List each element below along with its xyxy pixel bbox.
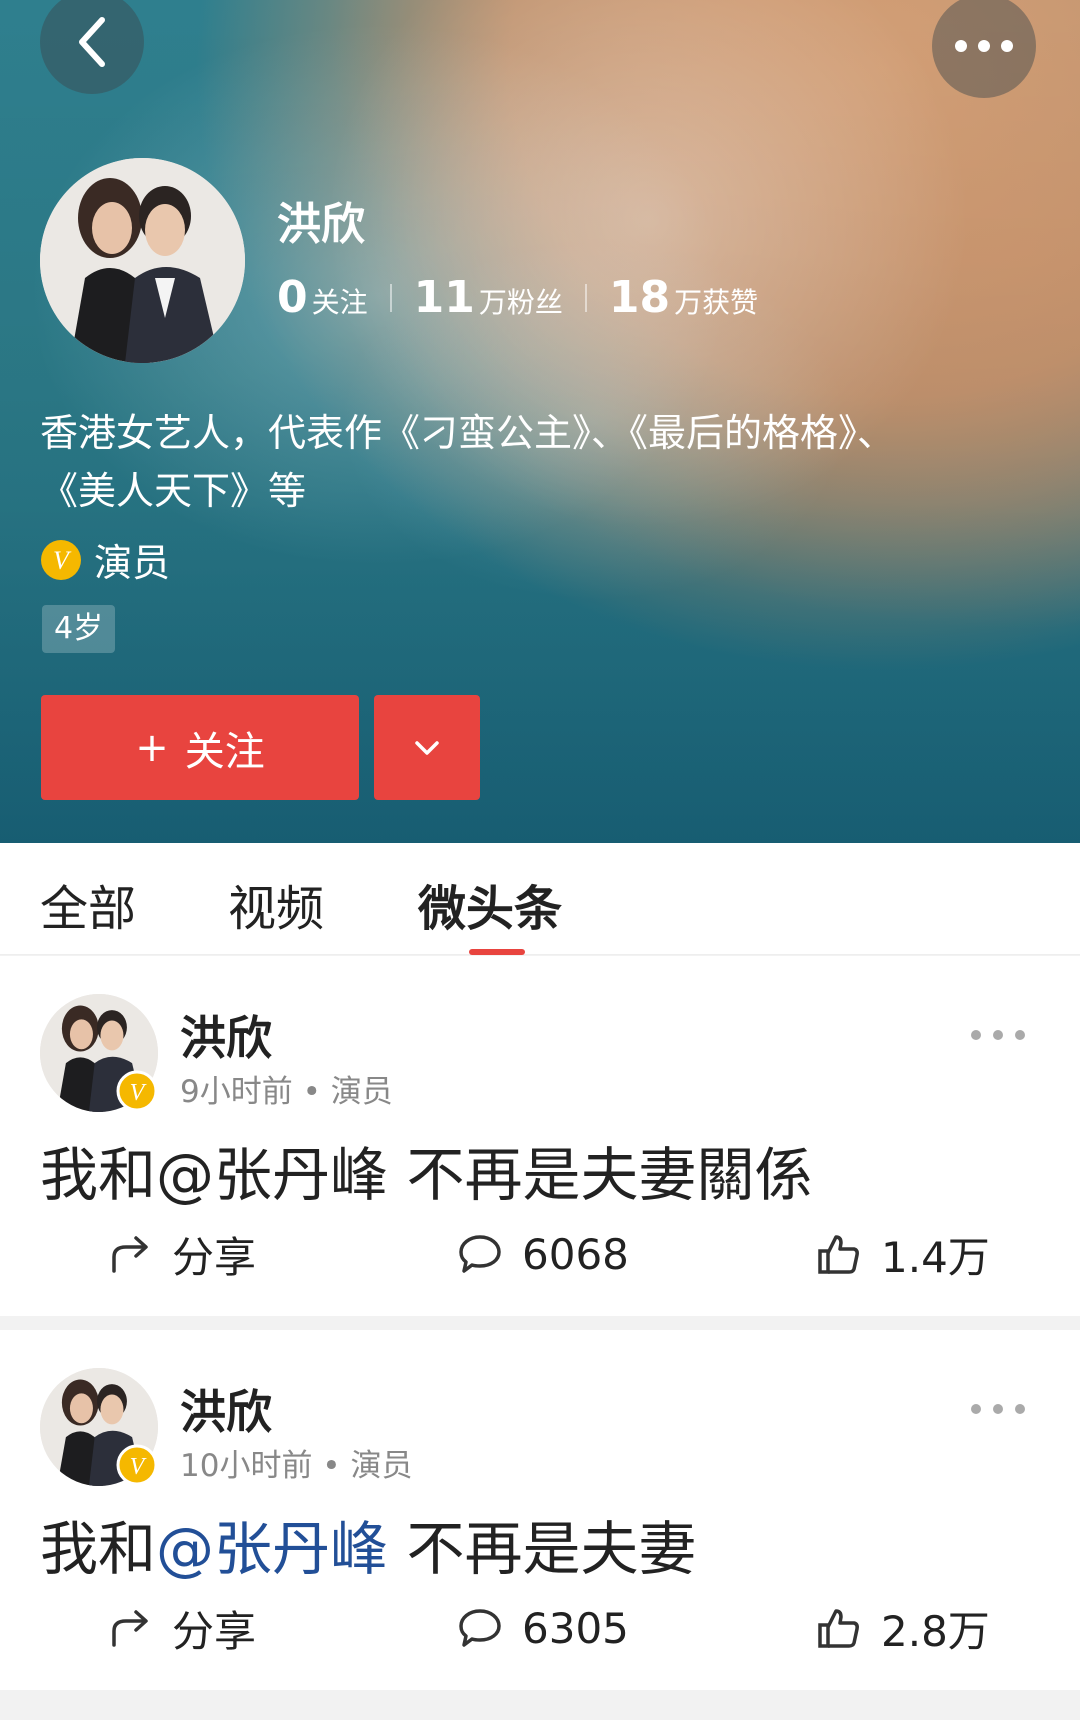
content-tabs: 全部 视频 微头条 [0, 843, 1080, 955]
post-author[interactable]: 洪欣 [180, 1376, 272, 1442]
post-card[interactable]: V 洪欣 10小时前 • 演员 我和@张丹峰 不再是夫妻 分享 6305 2.8… [0, 1330, 1080, 1690]
comment-button[interactable]: 6068 [458, 1214, 629, 1294]
post-meta: 10小时前 • 演员 [180, 1448, 413, 1484]
verified-icon: V [116, 1444, 158, 1486]
tab-micro-headline[interactable]: 微头条 [418, 869, 562, 939]
profile-stats: 0 关注 11 万粉丝 18 万获赞 [277, 272, 758, 323]
share-label: 分享 [172, 1232, 257, 1282]
bio-line: 香港女艺人，代表作《刁蛮公主》、《最后的格格》、 [40, 411, 896, 455]
share-button[interactable]: 分享 [110, 1214, 256, 1294]
like-count: 2.8万 [881, 1606, 990, 1656]
post-actions: 分享 6305 2.8万 [0, 1588, 1080, 1668]
stat-divider [389, 283, 392, 312]
age-badge: 4岁 [42, 605, 116, 653]
profile-bio: 香港女艺人，代表作《刁蛮公主》、《最后的格格》、 《美人天下》等 [40, 404, 1020, 520]
like-count: 1.4万 [881, 1232, 990, 1282]
verification-label: 演员 [94, 541, 171, 585]
more-icon [971, 1030, 1025, 1040]
svg-text:V: V [130, 1080, 147, 1106]
like-button[interactable]: 2.8万 [817, 1588, 990, 1668]
post-author[interactable]: 洪欣 [180, 1002, 272, 1068]
fans-label[interactable]: 万粉丝 [479, 281, 563, 321]
more-icon [955, 40, 1013, 52]
post-text-prefix: 我和 [40, 1141, 157, 1209]
share-icon [112, 1610, 148, 1647]
share-label: 分享 [172, 1606, 257, 1656]
likes-count: 18 [608, 272, 671, 323]
following-count[interactable]: 0 [277, 272, 308, 323]
verified-icon: V [116, 1070, 158, 1112]
fans-count[interactable]: 11 [414, 272, 475, 323]
comment-count: 6068 [522, 1229, 629, 1279]
post-text-suffix: 不再是夫妻關係 [388, 1141, 813, 1209]
profile-avatar[interactable] [40, 158, 245, 363]
post-text-suffix: 不再是夫妻 [388, 1515, 697, 1583]
tab-all[interactable]: 全部 [40, 869, 136, 939]
verification-row: V 演员 [40, 532, 170, 587]
post-more-button[interactable] [970, 1400, 1026, 1419]
likes-label: 万获赞 [674, 286, 759, 319]
stat-divider [584, 283, 587, 312]
tab-active-indicator [469, 949, 525, 955]
recommend-dropdown-button[interactable] [374, 695, 480, 800]
avatar-photo [40, 158, 245, 363]
tab-video[interactable]: 视频 [228, 869, 324, 939]
post-text-prefix: 我和 [40, 1515, 157, 1583]
share-button[interactable]: 分享 [110, 1588, 256, 1668]
share-icon [112, 1236, 148, 1273]
back-icon [79, 17, 105, 67]
comment-icon [459, 1609, 501, 1647]
profile-header: 洪欣 0 关注 11 万粉丝 18 万获赞 香港女艺人，代表作《刁蛮公主》、《最… [0, 0, 1080, 843]
svg-text:V: V [130, 1454, 147, 1480]
post-actions: 分享 6068 1.4万 [0, 1214, 1080, 1294]
post-text[interactable]: 我和@张丹峰 不再是夫妻 [40, 1502, 696, 1586]
verified-icon: V [41, 539, 81, 580]
follow-label: 关注 [184, 728, 265, 775]
post-text[interactable]: 我和@张丹峰 不再是夫妻關係 [40, 1128, 812, 1212]
post-meta: 9小时前 • 演员 [180, 1074, 393, 1110]
post-avatar[interactable]: V [40, 994, 158, 1112]
more-icon [971, 1404, 1025, 1414]
chevron-down-icon [415, 740, 439, 755]
comment-button[interactable]: 6305 [458, 1588, 629, 1668]
profile-page: 洪欣 0 关注 11 万粉丝 18 万获赞 香港女艺人，代表作《刁蛮公主》、《最… [0, 0, 1080, 1720]
profile-name: 洪欣 [277, 199, 365, 250]
like-icon [818, 1235, 859, 1274]
post-more-button[interactable] [970, 1026, 1026, 1045]
plus-icon: + [135, 724, 169, 771]
post-mention: @张丹峰 [156, 1141, 389, 1209]
post-mention[interactable]: @张丹峰 [156, 1515, 388, 1583]
bio-line: 《美人天下》等 [40, 469, 307, 513]
following-label[interactable]: 关注 [312, 281, 368, 321]
post-avatar[interactable]: V [40, 1368, 158, 1486]
like-icon [818, 1609, 859, 1648]
comment-icon [459, 1235, 501, 1273]
post-card[interactable]: V 洪欣 9小时前 • 演员 我和@张丹峰 不再是夫妻關係 分享 6068 1.… [0, 956, 1080, 1316]
follow-button[interactable]: + 关注 [41, 695, 359, 800]
like-button[interactable]: 1.4万 [817, 1214, 990, 1294]
comment-count: 6305 [522, 1603, 629, 1653]
